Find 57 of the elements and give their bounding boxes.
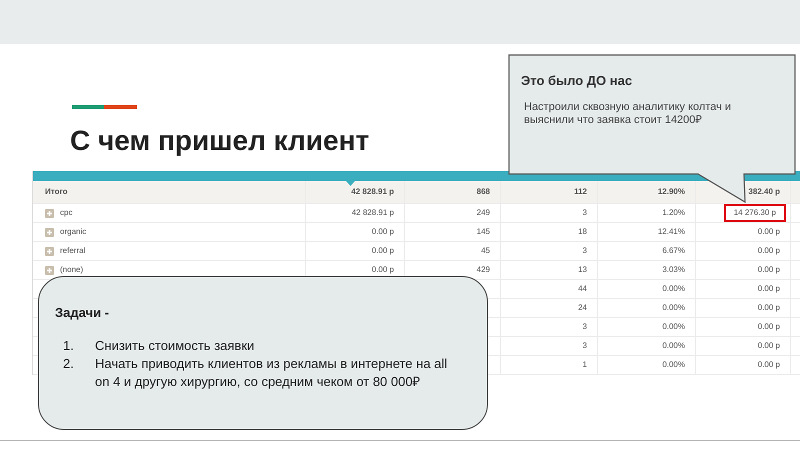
table-cell: 249: [476, 207, 490, 219]
table-cell: 0.00 р: [372, 245, 394, 257]
task-text: Снизить стоимость заявки: [95, 336, 256, 354]
table-cell: 44: [578, 283, 587, 295]
row-label: organic: [60, 226, 86, 238]
table-cell: 112: [574, 186, 587, 198]
table-cell: 24: [578, 302, 587, 314]
expand-icon[interactable]: [45, 228, 54, 236]
table-cell: 0.00 р: [372, 264, 394, 276]
table-cell: 3: [582, 321, 587, 333]
callout-heading: Это было ДО нас: [521, 72, 634, 90]
table-cell: 0.00 р: [758, 245, 780, 257]
table-cell: 3: [582, 245, 587, 257]
table-cell: 145: [476, 226, 490, 238]
task-text: Начать приводить клиентов из рекламы в интернете на all on 4 и другую хирургию, со средним чеком от 80 000₽: [95, 354, 448, 390]
table-cell: 0.00%: [662, 359, 685, 371]
table-cell: 42 828.91 р: [352, 207, 394, 219]
table-cell: 868: [476, 186, 490, 198]
table-cell: 429: [476, 264, 490, 276]
table-cell: 0.00 р: [758, 359, 780, 371]
table-cell: 12.90%: [658, 186, 685, 198]
table-cell: 1: [582, 359, 587, 371]
callout-text: Настроили сквозную аналитику колтач и выяснили что заявка стоит 14200₽: [524, 100, 732, 126]
row-label: (none): [60, 264, 84, 276]
table-cell: 0.00%: [662, 302, 685, 314]
tasks-heading: Задачи -: [55, 304, 110, 322]
list-number: 2.: [62, 354, 75, 372]
table-cell: 3: [582, 340, 587, 352]
row-label: cpc: [60, 207, 72, 219]
table-cell: 12.41%: [658, 226, 685, 238]
table-cell: 3.03%: [662, 264, 685, 276]
table-cell: 0.00 р: [758, 264, 780, 276]
table-cell: 45: [481, 245, 490, 257]
total-label: Итого: [45, 186, 68, 198]
table-cell: 0.00 р: [372, 226, 394, 238]
table-cell: 3: [582, 207, 587, 219]
table-cell: 1.20%: [662, 207, 685, 219]
table-cell: 0.00%: [662, 340, 685, 352]
table-cell: 42 828.91 р: [351, 186, 394, 198]
table-cell: 0.00%: [662, 283, 685, 295]
table-cell: 0.00 р: [758, 321, 780, 333]
row-label: referral: [60, 245, 86, 257]
table-cell: 0.00 р: [758, 340, 780, 352]
expand-icon[interactable]: [45, 208, 54, 218]
slide-title: С чем пришел клиент: [70, 124, 370, 158]
table-cell: 0.00 р: [758, 302, 780, 314]
table-cell: 0.00 р: [758, 283, 780, 295]
table-cell: 0.00%: [662, 321, 685, 333]
list-number: 1.: [62, 336, 75, 354]
table-cell: 382.40 р: [748, 186, 780, 198]
table-cell: 13: [578, 264, 587, 276]
table-cell: 6.67%: [662, 245, 685, 257]
expand-icon[interactable]: [45, 246, 54, 256]
table-cell: 0.00 р: [758, 226, 780, 238]
expand-icon[interactable]: [45, 266, 54, 274]
table-cell: 18: [578, 226, 587, 238]
table-cell: 14 276.30 р: [724, 204, 786, 222]
